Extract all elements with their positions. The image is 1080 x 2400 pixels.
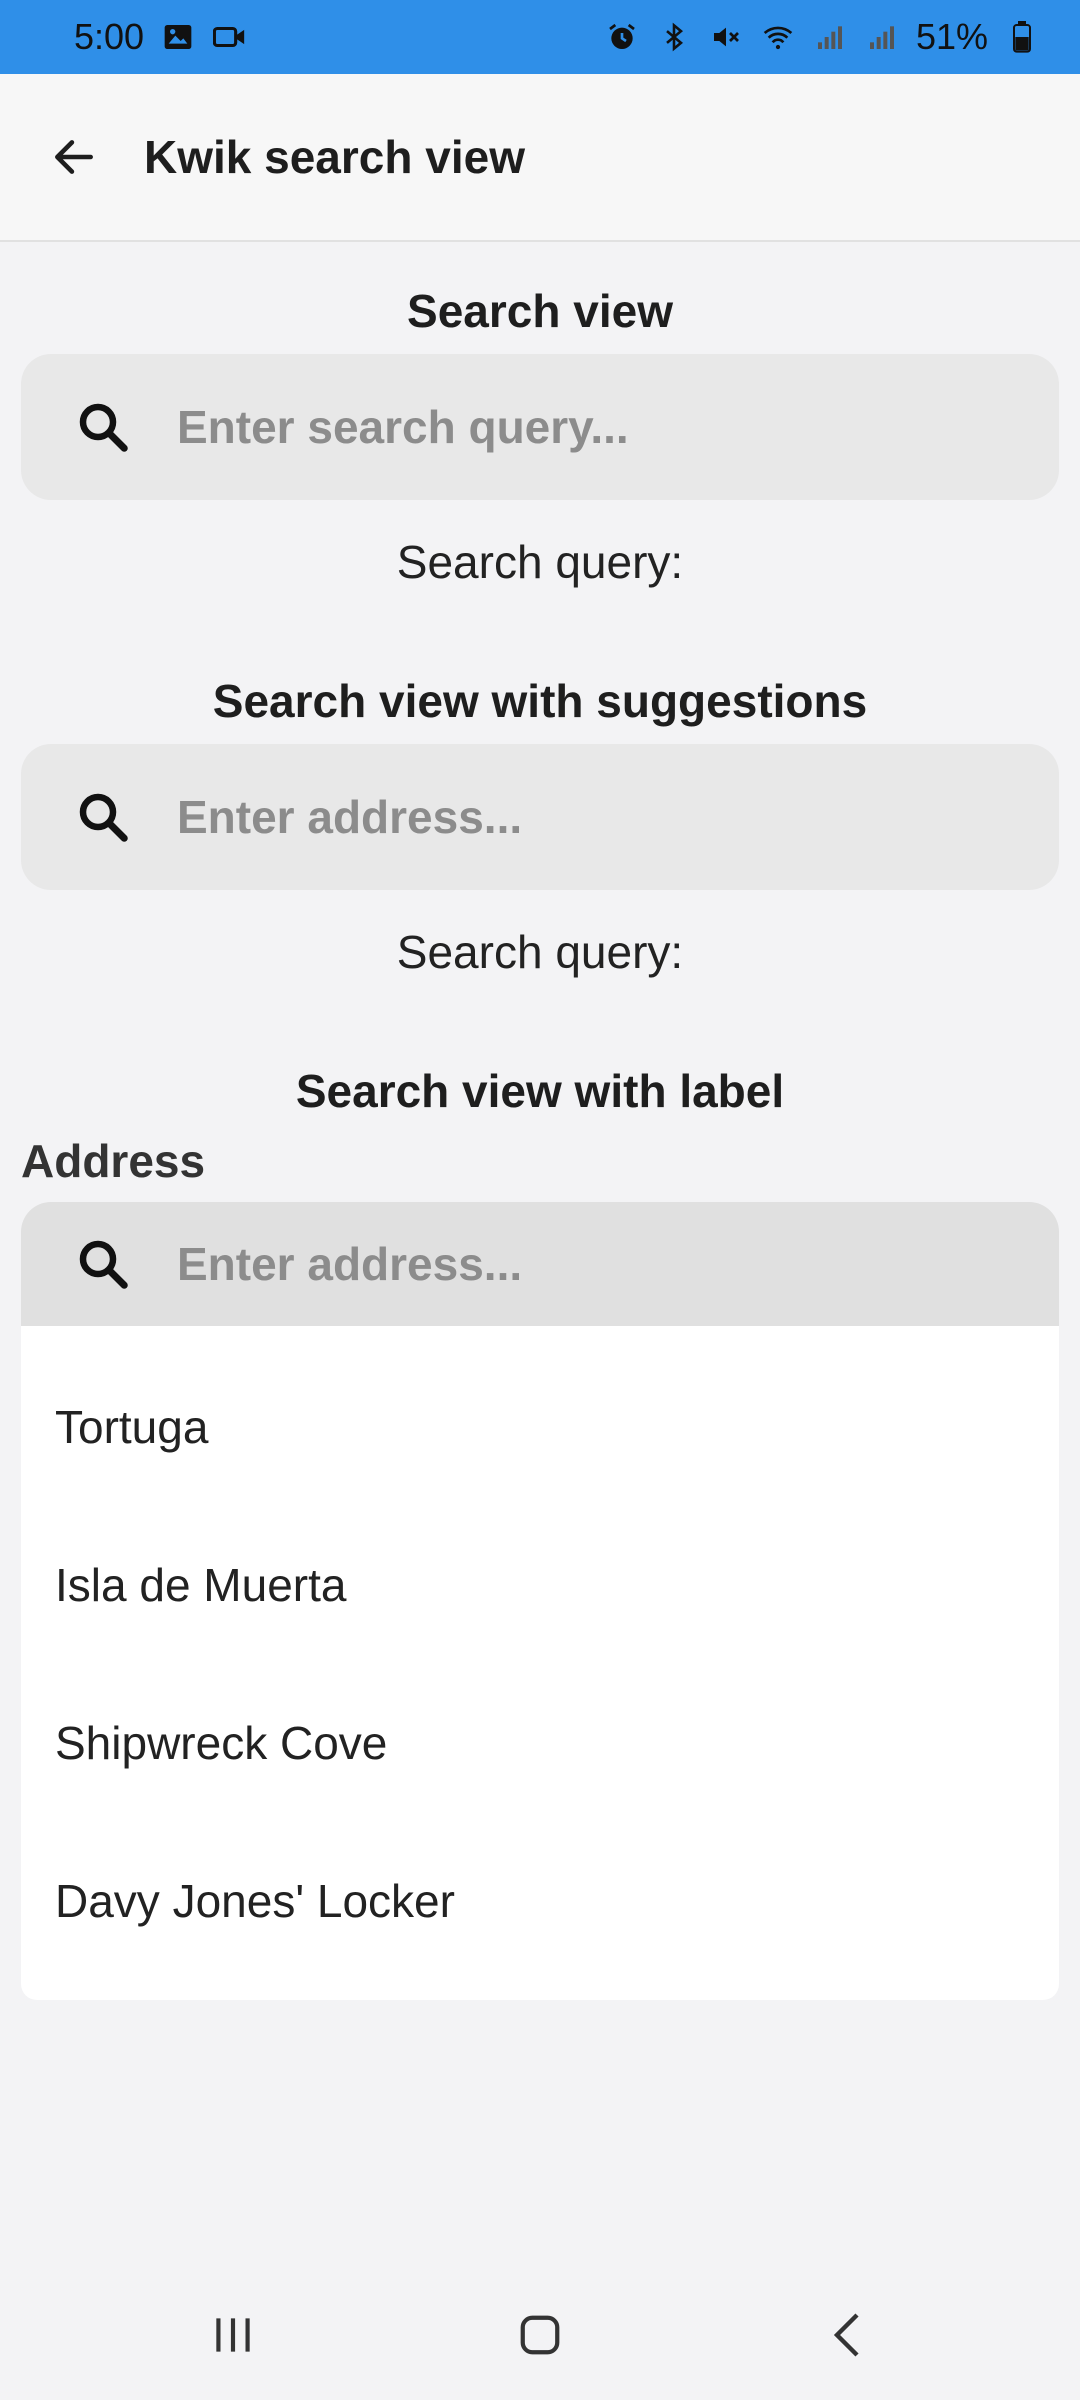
suggestions-dropdown: Tortuga Isla de Muerta Shipwreck Cove Da… xyxy=(21,1326,1059,2000)
battery-icon xyxy=(1004,19,1040,55)
search-query-label: Search query: xyxy=(396,536,684,588)
search-icon xyxy=(79,1240,128,1289)
search-view-title: Search view xyxy=(407,285,673,337)
labeled-search-box[interactable] xyxy=(21,1202,1059,1326)
wifi-icon xyxy=(760,19,796,55)
video-icon xyxy=(212,19,248,55)
back-button[interactable] xyxy=(24,107,124,207)
search-icon xyxy=(79,403,128,452)
home-button[interactable] xyxy=(480,2285,600,2385)
status-time: 5:00 xyxy=(74,16,145,57)
suggestion-item[interactable]: Shipwreck Cove xyxy=(21,1664,1059,1822)
search-with-suggestions-box[interactable] xyxy=(21,744,1059,890)
search-with-suggestions-title: Search view with suggestions xyxy=(212,675,868,727)
labeled-address-input[interactable] xyxy=(177,1202,1059,1326)
signal-icon xyxy=(864,19,900,55)
search-query-input[interactable] xyxy=(177,354,1059,500)
page-title: Kwik search view xyxy=(144,131,525,183)
address-field-label: Address xyxy=(21,1135,206,1187)
search-icon xyxy=(79,793,128,842)
recent-apps-icon xyxy=(216,2318,250,2352)
suggestions-query-label: Search query: xyxy=(396,926,684,978)
search-view-box[interactable] xyxy=(21,354,1059,500)
suggestion-item[interactable]: Davy Jones' Locker xyxy=(21,1822,1059,1980)
status-bar-left: 5:00 xyxy=(74,16,248,58)
alarm-icon xyxy=(604,19,640,55)
arrow-left-icon xyxy=(55,140,93,174)
recent-apps-button[interactable] xyxy=(173,2285,293,2385)
address-search-input[interactable] xyxy=(177,744,1059,890)
status-bar-right: 51% xyxy=(604,16,1040,58)
chevron-left-icon xyxy=(833,2313,859,2357)
suggestion-item[interactable]: Isla de Muerta xyxy=(21,1506,1059,1664)
mute-icon xyxy=(708,19,744,55)
bluetooth-icon xyxy=(656,19,692,55)
status-bar: 5:00 51% xyxy=(0,0,1080,74)
system-nav-bar xyxy=(0,2270,1080,2400)
app-bar: Kwik search view xyxy=(0,74,1080,242)
home-icon xyxy=(520,2315,560,2355)
system-back-button[interactable] xyxy=(787,2285,907,2385)
suggestion-item[interactable]: Tortuga xyxy=(21,1348,1059,1506)
signal-icon xyxy=(812,19,848,55)
gallery-icon xyxy=(160,19,196,55)
search-with-label-title: Search view with label xyxy=(295,1065,785,1117)
battery-percent: 51% xyxy=(915,16,988,57)
